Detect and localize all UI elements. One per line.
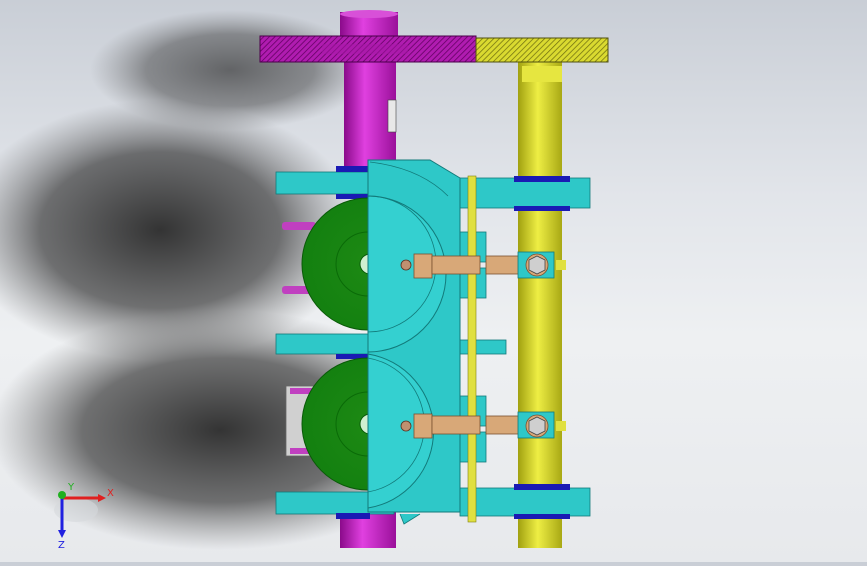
z-axis-label: Z [58,540,65,550]
yellow-gear[interactable] [475,37,609,63]
coordinate-triad[interactable]: X Z Y [40,480,120,550]
yellow-shaft[interactable] [518,60,562,548]
yellow-rod [467,175,477,523]
x-axis-label: X [107,488,114,499]
y-axis-arrow [58,491,66,499]
assembly-render[interactable] [0,0,867,562]
model-viewport[interactable]: X Z Y [0,0,867,562]
magenta-gear[interactable] [259,35,477,63]
cyan-housing[interactable] [367,159,461,525]
y-axis-label: Y [67,482,75,493]
